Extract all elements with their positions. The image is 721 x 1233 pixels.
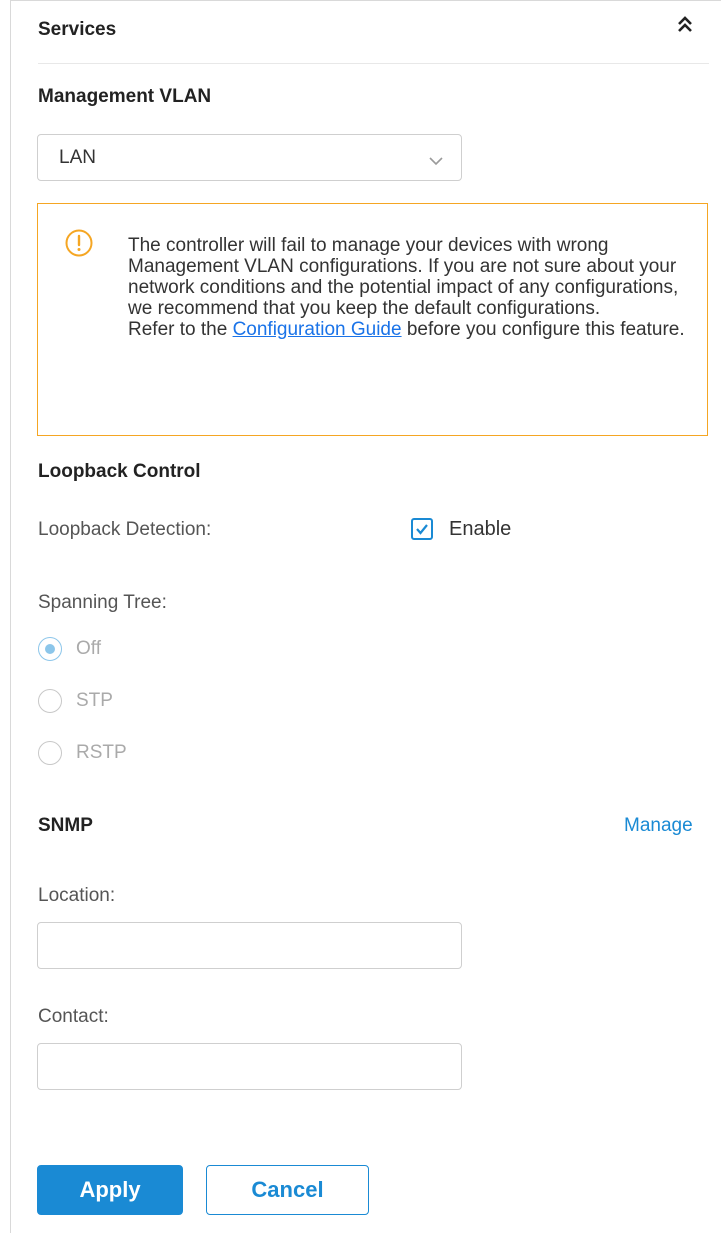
- spanning-tree-rstp-radio[interactable]: [38, 741, 62, 765]
- double-chevron-up-icon[interactable]: [676, 14, 694, 36]
- configuration-guide-link[interactable]: Configuration Guide: [233, 319, 402, 340]
- location-input[interactable]: [37, 922, 462, 969]
- spanning-tree-stp-label: STP: [76, 690, 113, 711]
- cancel-button[interactable]: Cancel: [206, 1165, 369, 1215]
- enable-label: Enable: [449, 518, 512, 540]
- loopback-control-title: Loopback Control: [38, 461, 201, 482]
- contact-label: Contact:: [38, 1006, 109, 1027]
- spanning-tree-label: Spanning Tree:: [38, 592, 167, 613]
- loopback-detection-checkbox[interactable]: [411, 518, 433, 540]
- section-divider: [38, 63, 709, 64]
- warning-text: The controller will fail to manage your …: [128, 235, 698, 340]
- snmp-title: SNMP: [38, 815, 93, 836]
- management-vlan-select[interactable]: LAN: [37, 134, 462, 181]
- exclamation-circle-icon: [65, 229, 93, 257]
- chevron-down-icon: [429, 153, 443, 166]
- location-label: Location:: [38, 885, 116, 906]
- warning-text-tail: before you configure this feature.: [401, 319, 685, 340]
- spanning-tree-stp-radio[interactable]: [38, 689, 62, 713]
- management-vlan-title: Management VLAN: [38, 86, 212, 107]
- services-title: Services: [38, 19, 117, 40]
- apply-button[interactable]: Apply: [37, 1165, 183, 1215]
- spanning-tree-rstp-label: RSTP: [76, 742, 127, 763]
- contact-input[interactable]: [37, 1043, 462, 1090]
- spanning-tree-off-label: Off: [76, 638, 101, 659]
- management-vlan-select-value: LAN: [59, 147, 96, 168]
- snmp-manage-link[interactable]: Manage: [624, 815, 693, 837]
- spanning-tree-off-radio[interactable]: [38, 637, 62, 661]
- management-vlan-warning: The controller will fail to manage your …: [37, 203, 708, 436]
- loopback-detection-label: Loopback Detection:: [38, 519, 212, 540]
